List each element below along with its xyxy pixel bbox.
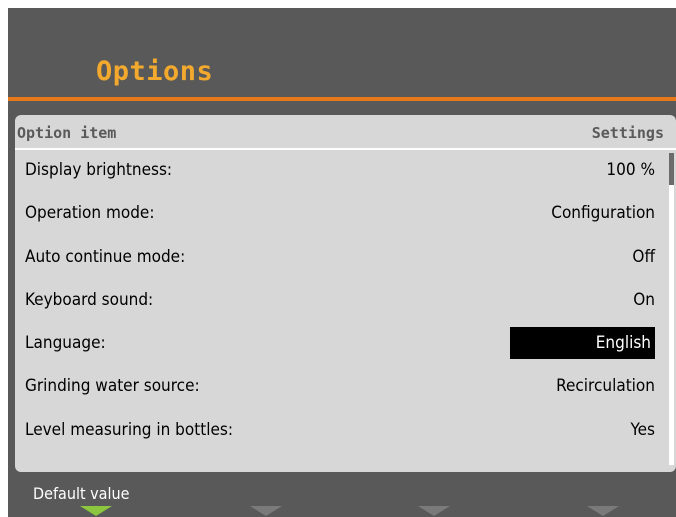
option-label: Level measuring in bottles:	[25, 419, 233, 440]
option-row-operation-mode[interactable]: Operation mode: Configuration	[15, 193, 665, 236]
vertical-scrollbar[interactable]	[669, 153, 674, 465]
option-value: 100 %	[606, 160, 655, 180]
option-value: On	[633, 289, 655, 310]
title-divider	[8, 97, 676, 101]
option-label: Keyboard sound:	[25, 289, 154, 310]
option-value: Configuration	[551, 203, 655, 224]
option-label: Language:	[25, 333, 106, 354]
softkey-3-indicator[interactable]	[418, 506, 450, 516]
options-list: Display brightness: 100 % Operation mode…	[15, 150, 665, 453]
option-label: Display brightness:	[25, 160, 173, 180]
option-row-grinding-water-source[interactable]: Grinding water source: Recirculation	[15, 366, 665, 409]
table-header: Option item Settings	[15, 115, 676, 150]
option-label: Auto continue mode:	[25, 246, 186, 267]
column-header-settings: Settings	[591, 124, 664, 142]
option-value: Recirculation	[556, 376, 655, 397]
scrollbar-thumb[interactable]	[669, 153, 674, 185]
option-row-keyboard-sound[interactable]: Keyboard sound: On	[15, 280, 665, 323]
selected-option-value[interactable]: English	[510, 327, 655, 360]
option-label: Operation mode:	[25, 203, 155, 224]
option-label: Grinding water source:	[25, 376, 200, 397]
column-header-option-item: Option item	[17, 124, 117, 142]
option-row-auto-continue-mode[interactable]: Auto continue mode: Off	[15, 237, 665, 280]
option-row-display-brightness[interactable]: Display brightness: 100 %	[15, 150, 665, 193]
softkey-label-default-value: Default value	[33, 484, 130, 503]
option-value: Yes	[630, 419, 655, 440]
options-panel: Option item Settings Display brightness:…	[15, 115, 676, 472]
softkey-2-indicator[interactable]	[250, 506, 282, 516]
softkey-1-indicator[interactable]	[80, 506, 112, 516]
option-value: Off	[632, 246, 655, 267]
option-row-language[interactable]: Language: English	[15, 323, 665, 366]
option-row-level-measuring-in-bottles[interactable]: Level measuring in bottles: Yes	[15, 410, 665, 453]
softkey-4-indicator[interactable]	[587, 506, 619, 516]
device-screen: Options Option item Settings Display bri…	[8, 8, 676, 517]
page-title: Options	[96, 56, 214, 87]
